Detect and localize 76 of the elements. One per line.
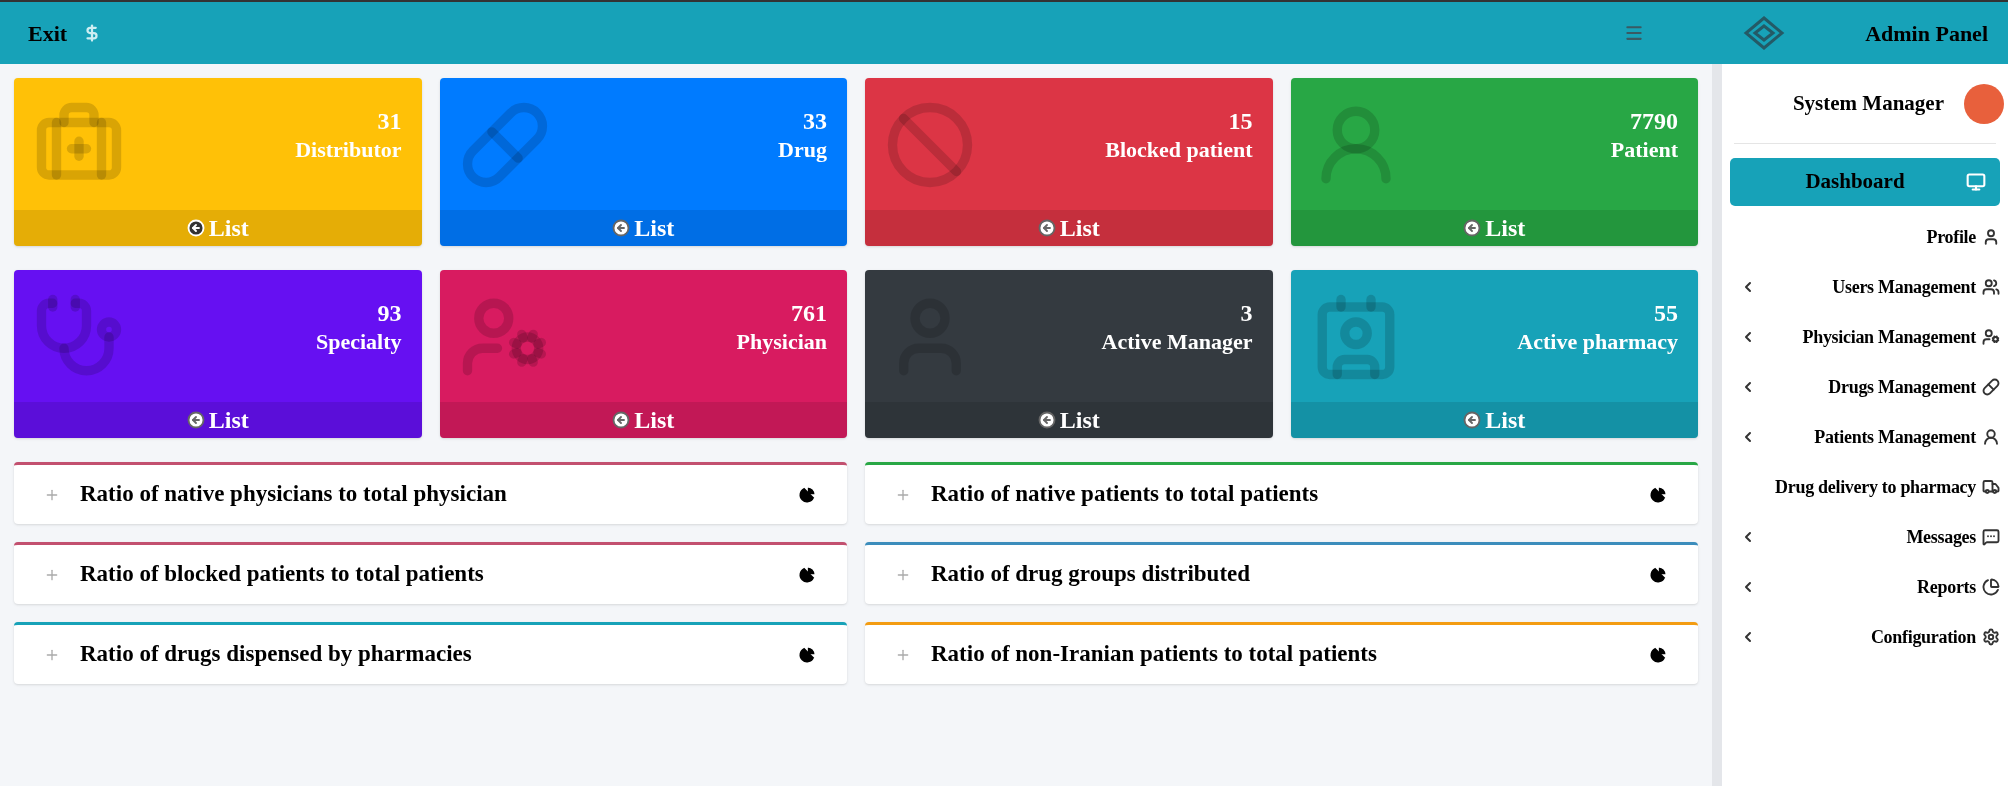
arrow-circle-icon — [1037, 411, 1056, 429]
stat-label: Drug — [778, 136, 827, 164]
user-name: System Manager — [1792, 89, 1944, 117]
stat-label: Active Manager — [1101, 328, 1253, 356]
pie-chart-icon — [797, 484, 817, 505]
user-icon — [1982, 428, 2000, 446]
report-panel[interactable]: Ratio of native patients to total patients — [865, 462, 1698, 524]
stat-count: 15 — [1228, 107, 1253, 136]
stat-label: Distributor — [295, 136, 402, 164]
exit-button[interactable]: Exit — [28, 16, 68, 50]
menu-item[interactable]: Users Management — [1730, 262, 2000, 312]
panel-title: Ratio of non-Iranian patients to total patients — [931, 640, 1378, 669]
logo-icon — [1742, 15, 1786, 51]
pie-chart-icon — [1648, 644, 1668, 665]
avatar — [1964, 83, 2004, 124]
report-panel[interactable]: Ratio of drug groups distributed — [865, 542, 1698, 604]
menu-item[interactable]: Messages — [1730, 512, 2000, 562]
arrow-circle-icon — [612, 219, 631, 237]
list-link[interactable]: List — [1290, 210, 1698, 246]
report-panel[interactable]: Ratio of blocked patients to total patients — [14, 542, 847, 604]
menu-item[interactable]: Drugs Management — [1730, 362, 2000, 412]
panel-title: Ratio of native physicians to total physician — [80, 480, 508, 509]
stat-label: Patient — [1610, 136, 1678, 164]
menu-item[interactable]: Reports — [1730, 562, 2000, 612]
chat-icon — [1982, 528, 2000, 546]
menu-item[interactable]: Patients Management — [1730, 412, 2000, 462]
list-link[interactable]: List — [439, 210, 847, 246]
report-panel[interactable]: Ratio of non-Iranian patients to total patients — [865, 622, 1698, 684]
menu-item[interactable]: Physician Management — [1730, 312, 2000, 362]
prohibited-icon — [885, 100, 975, 190]
panel-title: Ratio of drug groups distributed — [931, 560, 1252, 589]
stat-label: Active pharmacy — [1517, 328, 1678, 356]
monitor-icon — [1966, 172, 1986, 192]
report-panel[interactable]: Ratio of drugs dispensed by pharmacies — [14, 622, 847, 684]
menu-item[interactable]: Configuration — [1730, 612, 2000, 662]
pie-chart-icon — [1982, 578, 2000, 596]
menu-item[interactable]: Drug delivery to pharmacy — [1730, 462, 2000, 512]
panel-title: Ratio of blocked patients to total patients — [80, 560, 485, 589]
stat-count: 93 — [377, 299, 402, 328]
menu-icon[interactable] — [1624, 23, 1644, 43]
menu-item[interactable]: Dashboard — [1730, 158, 2000, 206]
list-link[interactable]: List — [865, 402, 1273, 438]
user-icon — [1982, 228, 2000, 246]
stat-count: 55 — [1654, 299, 1678, 328]
list-link[interactable]: List — [865, 210, 1273, 246]
pill-icon — [1982, 378, 2000, 396]
arrow-circle-icon — [1037, 219, 1056, 237]
stat-count: 31 — [377, 107, 402, 136]
menu-item[interactable]: Profile — [1730, 212, 2000, 262]
pie-chart-icon — [797, 564, 817, 585]
stat-label: Blocked patient — [1105, 136, 1253, 164]
list-link[interactable]: List — [1290, 402, 1698, 438]
users-icon — [1982, 278, 2000, 296]
user-gear-icon — [1982, 328, 2000, 346]
panel-title: Ratio of drugs dispensed by pharmacies — [80, 640, 473, 669]
stat-count: 3 — [1240, 299, 1253, 328]
panel-title: Ratio of native patients to total patients — [931, 480, 1320, 509]
panel-title: Admin Panel — [1865, 19, 1988, 48]
pie-chart-icon — [1648, 484, 1668, 505]
report-panel[interactable]: Ratio of native physicians to total physician — [14, 462, 847, 524]
arrow-circle-icon — [612, 411, 631, 429]
arrow-circle-icon — [186, 219, 205, 237]
stat-count: 7790 — [1630, 107, 1678, 136]
list-link[interactable]: List — [14, 402, 422, 438]
pie-chart-icon — [1648, 564, 1668, 585]
stat-label: Physician — [736, 328, 827, 356]
arrow-circle-icon — [1463, 411, 1482, 429]
stat-label: Specialty — [315, 328, 402, 356]
arrow-circle-icon — [1463, 219, 1482, 237]
list-link[interactable]: List — [439, 402, 847, 438]
stat-count: 761 — [791, 299, 827, 328]
arrow-circle-icon — [186, 411, 205, 429]
pie-chart-icon — [797, 644, 817, 665]
truck-icon — [1982, 478, 2000, 496]
settings-icon — [1982, 628, 2000, 646]
stat-count: 33 — [803, 107, 827, 136]
